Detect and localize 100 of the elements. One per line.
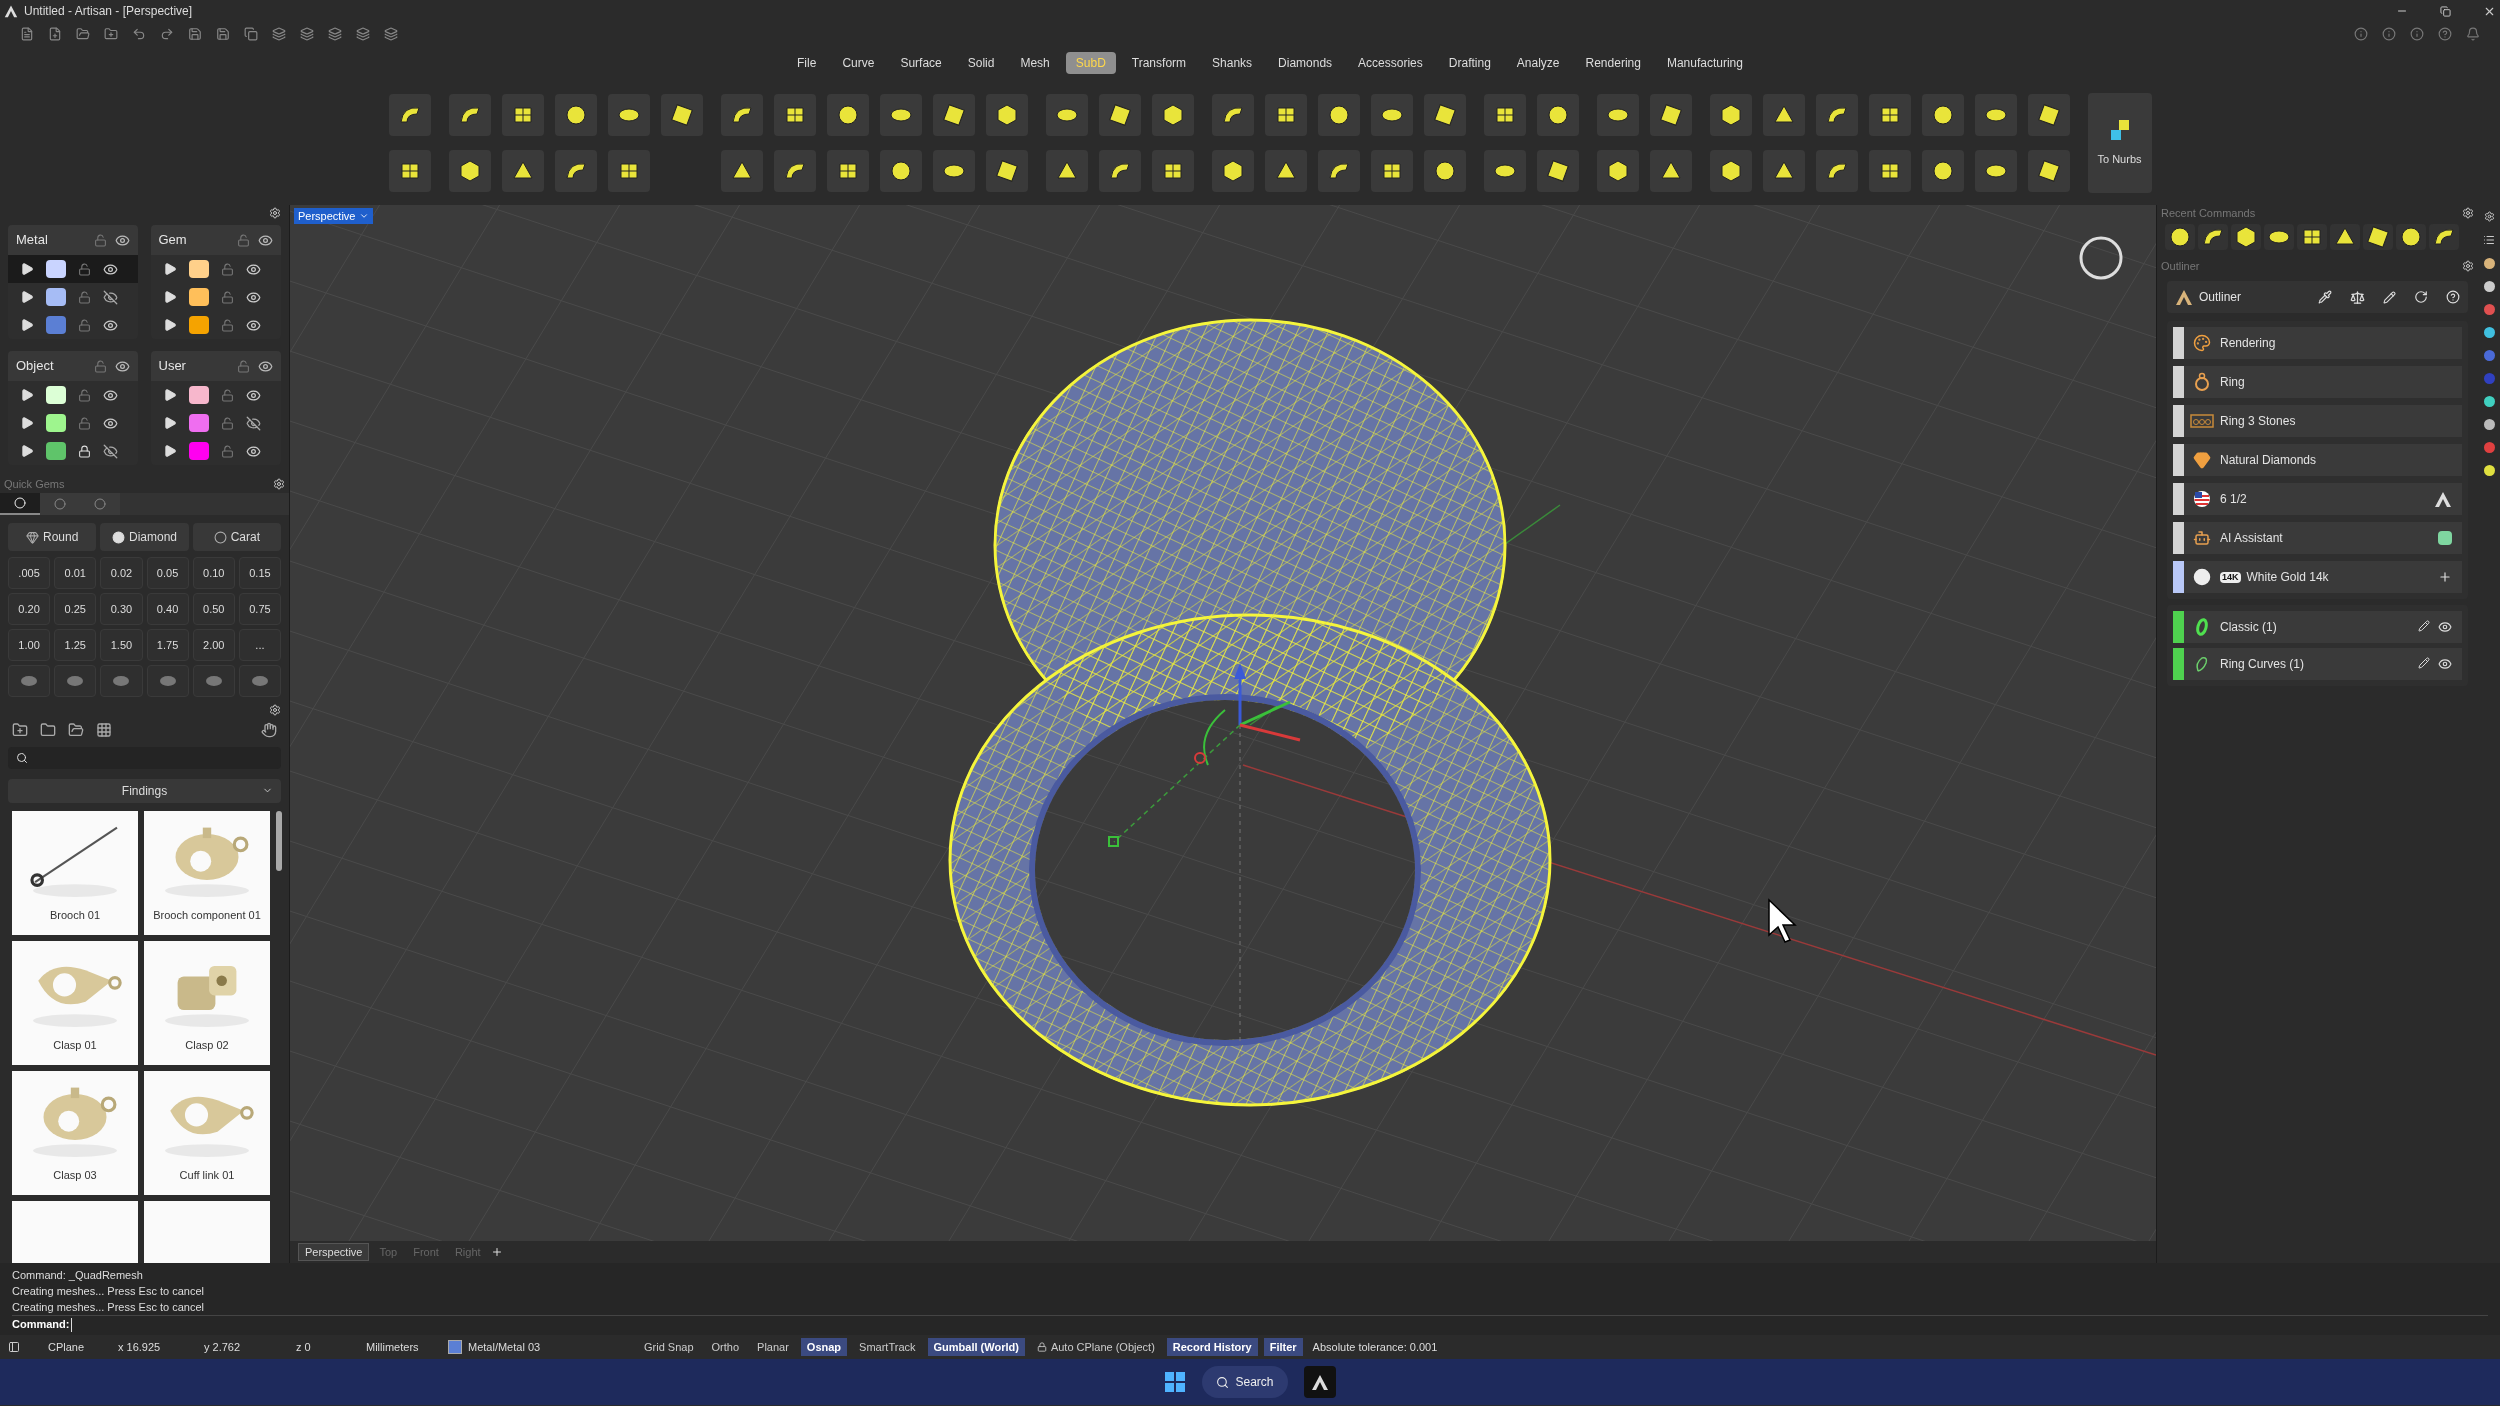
- toolbar-icon[interactable]: [272, 27, 286, 41]
- status-toggle[interactable]: SmartTrack: [853, 1338, 922, 1356]
- current-layer[interactable]: Metal/Metal 03: [468, 1338, 638, 1356]
- toolbar-button[interactable]: [607, 149, 650, 192]
- eye-off-icon[interactable]: [103, 289, 118, 305]
- toolbar-button[interactable]: [2027, 149, 2070, 192]
- taskbar-search[interactable]: Search: [1202, 1366, 1288, 1398]
- eye-icon[interactable]: [245, 443, 261, 459]
- toolbar-icon[interactable]: [216, 27, 230, 41]
- gem-cut-button[interactable]: [54, 665, 97, 697]
- status-toggle[interactable]: Filter: [1263, 1338, 1303, 1356]
- toolbar-button[interactable]: [2027, 93, 2070, 136]
- size-button[interactable]: 2.00: [192, 629, 235, 661]
- grid-icon[interactable]: [96, 722, 112, 738]
- eye-icon[interactable]: [2438, 657, 2452, 671]
- size-button[interactable]: 0.25: [54, 593, 97, 625]
- layer-color-swatch[interactable]: [46, 386, 66, 404]
- size-button[interactable]: ...: [238, 629, 281, 661]
- scale-icon[interactable]: [2350, 289, 2365, 305]
- toolbar-icon[interactable]: [356, 27, 370, 41]
- rotate-icon[interactable]: [2079, 236, 2123, 280]
- recent-command-button[interactable]: [2429, 224, 2459, 250]
- toolbar-icon[interactable]: [132, 27, 146, 41]
- status-toggle[interactable]: Gumball (World): [927, 1338, 1025, 1356]
- menu-tab[interactable]: Accessories: [1348, 52, 1433, 74]
- menu-tab[interactable]: Solid: [957, 52, 1005, 74]
- unlock-icon[interactable]: [220, 290, 234, 304]
- eye-icon[interactable]: [103, 387, 118, 403]
- layer-swatch[interactable]: [448, 1340, 462, 1354]
- windows-logo-icon[interactable]: [1164, 1371, 1187, 1393]
- layer-color-swatch[interactable]: [46, 414, 66, 432]
- toolbar-button[interactable]: [1151, 93, 1194, 136]
- eye-icon[interactable]: [245, 317, 261, 333]
- toolbar-button[interactable]: [932, 149, 975, 192]
- toolbar-button[interactable]: [1317, 93, 1360, 136]
- toolbar-button[interactable]: [448, 93, 491, 136]
- toolbar-button[interactable]: [1974, 93, 2017, 136]
- toolbar-button[interactable]: [1921, 93, 1964, 136]
- toolbar-icon[interactable]: [2382, 27, 2396, 41]
- layer-row[interactable]: [8, 255, 138, 283]
- outliner-item[interactable]: Ring 3 Stones: [2173, 405, 2462, 437]
- folder-add-icon[interactable]: [12, 722, 28, 738]
- toolbar-button[interactable]: [607, 93, 650, 136]
- toolbar-button[interactable]: [1709, 149, 1752, 192]
- eye-icon[interactable]: [257, 232, 273, 248]
- layer-color-swatch[interactable]: [46, 442, 66, 460]
- eye-icon[interactable]: [115, 358, 130, 374]
- toolbar-button[interactable]: [501, 93, 544, 136]
- recent-command-button[interactable]: [2297, 224, 2327, 250]
- layer-color-swatch[interactable]: [188, 442, 209, 460]
- settings-icon[interactable]: [269, 704, 281, 716]
- toolbar-button[interactable]: [1536, 93, 1579, 136]
- size-button[interactable]: 1.75: [146, 629, 189, 661]
- outliner-item[interactable]: Rendering: [2173, 327, 2462, 359]
- toolbar-button[interactable]: [1815, 149, 1858, 192]
- size-button[interactable]: 0.01: [54, 557, 97, 589]
- viewport-tab[interactable]: Perspective: [298, 1243, 370, 1261]
- hand-icon[interactable]: [261, 722, 277, 738]
- toolbar-button[interactable]: [1264, 149, 1307, 192]
- status-toggle[interactable]: Grid Snap: [638, 1338, 700, 1356]
- toolbar-icon[interactable]: [300, 27, 314, 41]
- size-button[interactable]: 0.05: [146, 557, 189, 589]
- toolbar-button[interactable]: [879, 93, 922, 136]
- toolbar-button[interactable]: [1649, 93, 1692, 136]
- toolbar-button[interactable]: [773, 149, 816, 192]
- toolbar-button[interactable]: [448, 149, 491, 192]
- layer-color-swatch[interactable]: [46, 288, 66, 306]
- settings-icon[interactable]: [273, 478, 285, 490]
- unlock-icon[interactable]: [220, 444, 234, 458]
- panel-toggle-icon[interactable]: [8, 1341, 20, 1353]
- taskbar-app-button[interactable]: [1303, 1366, 1336, 1398]
- toolbar-icon[interactable]: [104, 27, 118, 41]
- unlock-icon[interactable]: [220, 416, 234, 430]
- toolbar-button[interactable]: [1921, 149, 1964, 192]
- outliner-item[interactable]: Natural Diamonds: [2173, 444, 2462, 476]
- expand-icon[interactable]: [20, 262, 34, 276]
- toolbar-icon[interactable]: [188, 27, 202, 41]
- layer-color-swatch[interactable]: [188, 316, 209, 334]
- search-field[interactable]: [8, 747, 281, 769]
- add-icon[interactable]: [2438, 570, 2452, 584]
- viewport-label[interactable]: Perspective: [294, 208, 374, 224]
- outliner-item[interactable]: Classic (1): [2173, 611, 2462, 643]
- toolbar-icon[interactable]: [48, 27, 62, 41]
- edit-icon[interactable]: [2418, 620, 2430, 632]
- status-toggle[interactable]: Auto CPlane (Object): [1030, 1338, 1161, 1356]
- size-button[interactable]: 0.75: [238, 593, 281, 625]
- menu-tab[interactable]: Transform: [1121, 52, 1197, 74]
- toolbar-button[interactable]: [1098, 149, 1141, 192]
- pipette-icon[interactable]: [2318, 290, 2332, 304]
- restore-icon[interactable]: [2440, 5, 2451, 17]
- toolbar-button[interactable]: [985, 149, 1028, 192]
- unlock-icon[interactable]: [220, 388, 234, 402]
- menu-tab[interactable]: Analyze: [1506, 52, 1570, 74]
- outliner-item[interactable]: AI Assistant: [2173, 522, 2462, 554]
- toolbar-button[interactable]: [720, 93, 763, 136]
- help-icon[interactable]: [2446, 290, 2460, 304]
- toolbar-button[interactable]: [1264, 93, 1307, 136]
- status-toggle[interactable]: Record History: [1166, 1338, 1258, 1356]
- list-icon[interactable]: [2483, 234, 2495, 246]
- gem-cut-button[interactable]: [100, 665, 143, 697]
